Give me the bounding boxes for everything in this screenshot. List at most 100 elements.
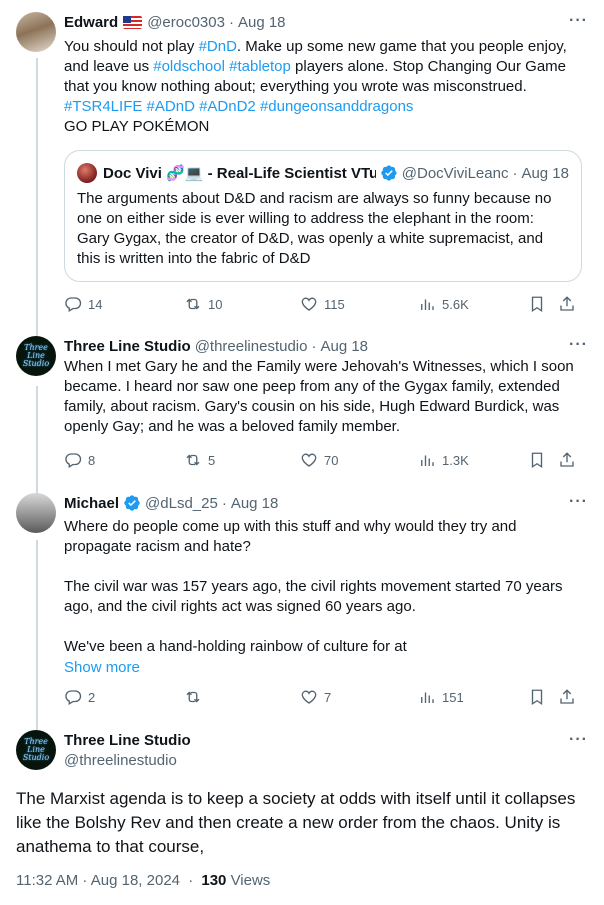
thread-line (36, 386, 38, 488)
bookmark-button[interactable] (528, 295, 558, 313)
more-options-icon[interactable]: ··· (569, 493, 588, 511)
tweet-edward[interactable]: Edward @eroc0303 · Aug 18 ··· You should… (0, 0, 604, 328)
tweet-line: #TSR4LIFE #ADnD #ADnD2 #dungeonsanddrago… (64, 97, 588, 117)
reply-button[interactable]: 2 (64, 688, 184, 706)
repost-count: 5 (208, 452, 216, 468)
quote-avatar (77, 163, 97, 183)
author-handle[interactable]: @threelinestudio (64, 751, 588, 771)
action-bar: 14 10 115 5.6K (64, 294, 588, 314)
heart-icon (301, 690, 317, 704)
tweet-date[interactable]: Aug 18 (238, 14, 286, 31)
reply-button[interactable]: 8 (64, 451, 184, 469)
separator-dot: · (311, 337, 317, 355)
tweet-timestamp[interactable]: 11:32 AM · Aug 18, 2024 (16, 872, 180, 889)
thread-line (36, 720, 38, 730)
thread-line (36, 328, 38, 336)
tweet-header: Michael @dLsd_25 · Aug 18 (64, 493, 588, 513)
like-button[interactable]: 7 (300, 688, 418, 706)
repost-button[interactable] (184, 688, 300, 706)
bookmark-icon (531, 689, 543, 706)
tweet-line: GO PLAY POKÉMON (64, 118, 210, 135)
bookmark-button[interactable] (528, 451, 558, 469)
tweet-text: When I met Gary he and the Family were J… (64, 358, 574, 435)
author-handle[interactable]: @eroc0303 (147, 14, 225, 31)
hashtag-link[interactable]: #DnD (199, 38, 237, 55)
tweet-text: You should not play #DnD. Make up some n… (64, 37, 588, 137)
tweet-text: The Marxist agenda is to keep a society … (16, 789, 576, 856)
hashtag-link[interactable]: #oldschool (153, 58, 225, 75)
avatar[interactable] (16, 12, 56, 52)
bookmark-icon (531, 296, 543, 313)
thread-line (36, 58, 38, 328)
avatar-text: Three Line Studio (22, 737, 50, 762)
like-button[interactable]: 70 (300, 451, 418, 469)
verified-badge-icon (124, 495, 140, 511)
views-chart-icon (421, 692, 434, 703)
heart-icon (301, 453, 317, 467)
reply-count: 14 (88, 296, 103, 312)
hashtag-link[interactable]: #ADnD2 (199, 98, 256, 115)
hashtag-link[interactable]: #dungeonsanddragons (260, 98, 413, 115)
author-handle[interactable]: @dLsd_25 (145, 495, 218, 512)
more-options-icon[interactable]: ··· (569, 336, 588, 354)
tweet-date[interactable]: Aug 18 (231, 495, 279, 512)
author-name[interactable]: Three Line Studio (64, 338, 191, 355)
views-button[interactable]: 1.3K (418, 451, 528, 469)
tweet-line: that you know nothing about; everything … (64, 78, 527, 95)
share-button[interactable] (558, 451, 582, 469)
tweet-michael[interactable]: Michael @dLsd_25 · Aug 18 ··· Where do p… (0, 488, 604, 720)
avatar[interactable] (16, 493, 56, 533)
repost-button[interactable]: 5 (184, 451, 300, 469)
tweet-date[interactable]: Aug 18 (320, 338, 368, 355)
author-name[interactable]: Edward (64, 14, 118, 31)
share-button[interactable] (558, 295, 582, 313)
share-button[interactable] (558, 688, 582, 706)
tweet-meta: 11:32 AM · Aug 18, 2024 · 130 Views (16, 872, 270, 889)
reply-icon (65, 453, 82, 468)
show-more-link[interactable]: Show more (64, 659, 588, 676)
separator-dot: · (512, 164, 518, 182)
views-count: 151 (442, 689, 464, 705)
repost-count: 10 (208, 296, 223, 312)
hashtag-link[interactable]: #TSR4LIFE (64, 98, 142, 115)
more-options-icon[interactable]: ··· (569, 12, 588, 30)
separator-dot: · (228, 13, 234, 31)
views-label: Views (230, 872, 271, 889)
main-tweet: Three Line Studio Three Line Studio @thr… (0, 720, 604, 905)
tweet-text: Where do people come up with this stuff … (64, 517, 588, 657)
more-options-icon[interactable]: ··· (569, 731, 588, 749)
like-button[interactable]: 115 (300, 295, 418, 313)
thread-line (36, 540, 38, 720)
share-icon (560, 296, 574, 311)
hashtag-link[interactable]: #tabletop (229, 58, 291, 75)
tweet-header: Edward @eroc0303 · Aug 18 (64, 12, 588, 32)
bookmark-button[interactable] (528, 688, 558, 706)
reply-button[interactable]: 14 (64, 295, 184, 313)
avatar-text: Three Line Studio (22, 343, 50, 368)
verified-badge-icon (381, 165, 397, 181)
author-name[interactable]: Michael (64, 495, 119, 512)
repost-icon (186, 298, 200, 310)
share-icon (560, 689, 574, 704)
repost-button[interactable]: 10 (184, 295, 300, 313)
quoted-tweet[interactable]: Doc Vivi 🧬💻 - Real-Life Scientist VTu @D… (64, 150, 582, 282)
author-name[interactable]: Three Line Studio (64, 731, 588, 751)
avatar[interactable]: Three Line Studio (16, 336, 56, 376)
author-handle[interactable]: @threelinestudio (195, 338, 308, 355)
avatar[interactable]: Three Line Studio (16, 730, 56, 770)
heart-icon (301, 297, 317, 311)
repost-icon (186, 691, 200, 703)
views-chart-icon (421, 455, 434, 466)
separator-dot: · (188, 872, 194, 889)
quote-author-handle: @DocViviLeanc (401, 164, 509, 182)
tweet-paragraph: Where do people come up with this stuff … (64, 518, 517, 555)
tweet-three-line-studio[interactable]: Three Line Studio Three Line Studio @thr… (0, 328, 604, 488)
views-count: 130 (201, 872, 227, 889)
hashtag-link[interactable]: #ADnD (147, 98, 195, 115)
views-count: 5.6K (442, 296, 469, 312)
quote-text: The arguments about D&D and racism are a… (77, 190, 552, 267)
separator-dot: · (221, 494, 227, 512)
views-button[interactable]: 151 (418, 688, 528, 706)
views-count: 1.3K (442, 452, 469, 468)
views-button[interactable]: 5.6K (418, 295, 528, 313)
